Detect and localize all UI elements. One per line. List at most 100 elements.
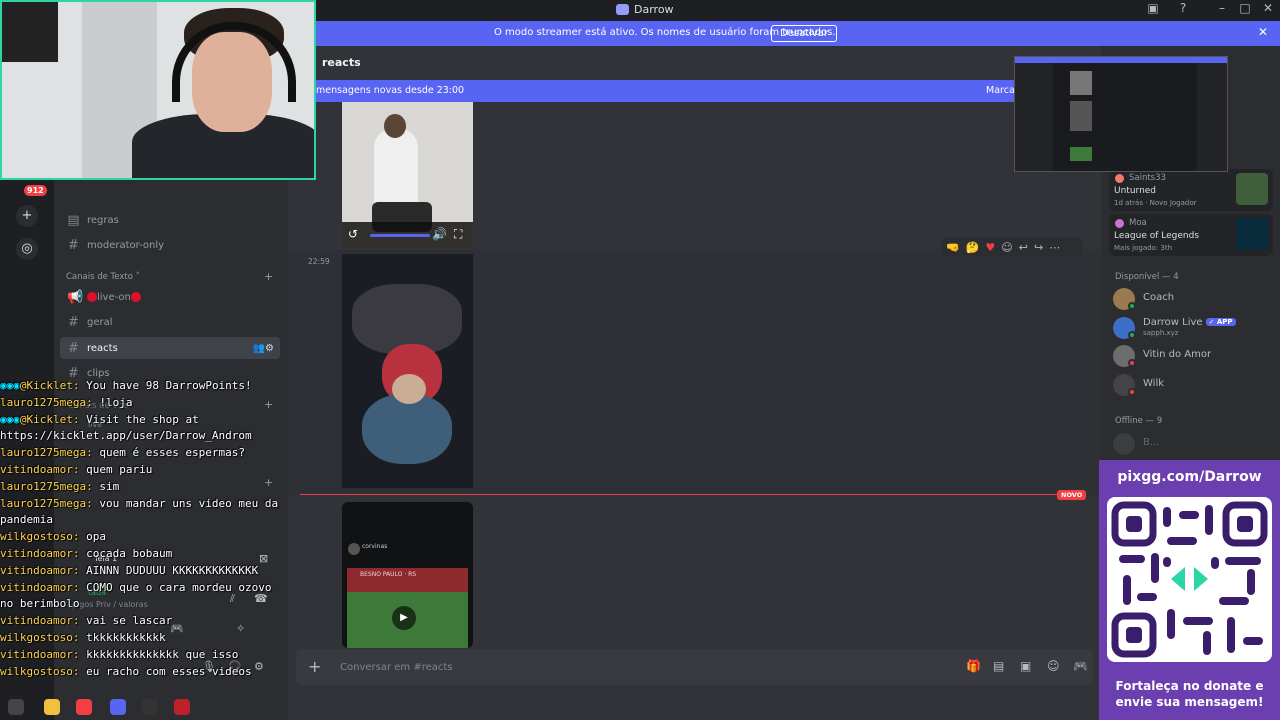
category-text-channels[interactable]: Canais de Texto ˅	[66, 272, 140, 282]
fullscreen-icon[interactable]: ⛶	[454, 227, 462, 242]
chat-message: ◉◉◉@Kicklet: You have 98 DarrowPoints!	[0, 378, 288, 395]
message-actions-toolbar: 🤜 🤔 ♥ ☺ ↩ ↪ ⋯	[942, 237, 1082, 257]
new-tag: NOVO	[1057, 490, 1087, 500]
gif-icon[interactable]: ▤	[993, 659, 1004, 673]
discover-icon[interactable]: ◎	[16, 238, 38, 260]
reaction-emoji-2[interactable]: 🤔	[966, 241, 980, 254]
activity-meta: 1d atrás · Novo Jogador	[1114, 199, 1197, 207]
chat-username: @Kicklet:	[19, 412, 80, 426]
add-reaction-icon[interactable]: ☺	[1001, 241, 1012, 254]
webcam-overlay	[0, 0, 316, 180]
channel-live-on[interactable]: 📢 live-on	[60, 286, 280, 308]
chat-username: @Kicklet:	[19, 379, 80, 392]
chat-username: wilkgostoso:	[0, 630, 80, 644]
member-vitin-do-amor[interactable]: Vitin do Amor	[1113, 344, 1273, 368]
forward-icon[interactable]: ↪	[1034, 241, 1043, 254]
video-progress[interactable]	[370, 234, 430, 237]
channel-regras[interactable]: ▤ regras	[60, 209, 280, 231]
help-icon[interactable]: ?	[1173, 1, 1193, 15]
available-header: Disponível — 4	[1115, 272, 1179, 282]
avatar	[1113, 433, 1135, 455]
start-icon[interactable]	[8, 699, 24, 715]
channel-header-name: reacts	[322, 56, 361, 69]
member-offline-1[interactable]: B...	[1113, 432, 1273, 456]
avatar	[1115, 219, 1124, 228]
close-banner-icon[interactable]: ✕	[1258, 25, 1268, 39]
chat-username: wilkgostoso:	[0, 664, 80, 678]
sticker-icon[interactable]: ▣	[1020, 659, 1031, 673]
chat-message: wilkgostoso: opa	[0, 529, 288, 546]
stream-chat-overlay: ◉◉◉@Kicklet: You have 98 DarrowPoints! la…	[0, 378, 288, 720]
reply-icon[interactable]: ↩	[1019, 241, 1028, 254]
discord-logo-icon	[616, 4, 629, 15]
chat-message: lauro1275mega: !loja	[0, 395, 288, 412]
play-icon[interactable]: ▶	[392, 606, 416, 630]
avatar	[1115, 174, 1124, 183]
create-channel-icon[interactable]: +	[264, 270, 273, 283]
donation-url: pixgg.com/Darrow	[1117, 469, 1262, 485]
mark-read-button[interactable]: Marca	[986, 85, 1015, 96]
close-window-button[interactable]: ✕	[1258, 1, 1278, 15]
reaction-emoji-1[interactable]: 🤜	[946, 241, 960, 254]
replay-icon[interactable]: ↺	[348, 227, 358, 241]
chat-text: cocada bobaum	[86, 546, 173, 560]
chat-message: vitindoamor: vai se lascar	[0, 613, 288, 630]
member-coach[interactable]: Coach	[1113, 287, 1273, 311]
new-messages-bar[interactable]: mensagens novas desde 23:00 Marca	[288, 80, 1101, 102]
obs-icon[interactable]	[142, 699, 158, 715]
activity-user: Moa	[1129, 218, 1147, 228]
rules-icon: ▤	[67, 212, 80, 228]
chat-text: quem é esses espermas?	[99, 446, 246, 460]
channel-settings-icon[interactable]: 👥⚙	[253, 343, 274, 354]
chat-message: vitindoamor: quem pariu	[0, 462, 288, 479]
message-timestamp: 22:59	[308, 257, 330, 266]
browser-icon[interactable]	[76, 699, 92, 715]
maximize-button[interactable]: □	[1235, 1, 1255, 15]
gift-icon[interactable]: 🎁	[966, 659, 981, 673]
status-dnd-icon	[1128, 359, 1136, 367]
chat-area: reacts mensagens novas desde 23:00 Marca…	[288, 46, 1101, 720]
reaction-heart-icon[interactable]: ♥	[985, 241, 995, 254]
inbox-icon[interactable]: ▣	[1143, 1, 1163, 15]
embed-account: corvinas	[362, 543, 388, 550]
disable-streamer-mode-button[interactable]: Desativar	[771, 25, 838, 42]
channel-moderator-only[interactable]: # moderator-only	[60, 234, 280, 256]
game-art	[1236, 173, 1268, 205]
message-composer: + 🎁 ▤ ▣ ☺ 🎮	[296, 649, 1093, 685]
chat-message: wilkgostoso: eu racho com esses videos	[0, 664, 288, 681]
chat-text: AINNN DUDUUU KKKKKKKKKKKKK	[86, 563, 259, 577]
member-wilk[interactable]: Wilk	[1113, 373, 1273, 397]
emoji-icon[interactable]: ☺	[1047, 659, 1060, 673]
channel-reacts[interactable]: # reacts 👥⚙	[60, 337, 280, 359]
chat-message: wilkgostoso: tkkkkkkkkkkk	[0, 630, 288, 647]
activity-card-2[interactable]: Moa League of Legends Mais jogado: 3th	[1109, 214, 1273, 256]
chat-text: quem pariu	[86, 462, 153, 476]
chat-message: lauro1275mega: quem é esses espermas?	[0, 445, 288, 462]
chat-username: lauro1275mega:	[0, 479, 93, 493]
activity-card-1[interactable]: Saints33 Unturned 1d atrás · Novo Jogado…	[1109, 169, 1273, 211]
chat-badges-icon: ◉◉◉	[0, 379, 20, 392]
channel-header: reacts	[288, 46, 1101, 79]
message-input[interactable]	[340, 657, 900, 677]
chat-username: vitindoamor:	[0, 546, 80, 560]
add-server-icon[interactable]: +	[16, 205, 38, 227]
video-attachment-2[interactable]	[342, 254, 473, 488]
chat-message: vitindoamor: kkkkkkkkkkkkkk que isso	[0, 647, 288, 664]
chat-message: vitindoamor: COMO que o cara mordeu ozov…	[0, 580, 288, 614]
minimize-button[interactable]: –	[1212, 1, 1232, 15]
chat-username: vitindoamor:	[0, 580, 80, 594]
discord-app-icon[interactable]	[110, 699, 126, 715]
chat-text: tkkkkkkkkkkk	[86, 630, 166, 644]
app-icon[interactable]	[174, 699, 190, 715]
channel-live-on-label: live-on	[87, 291, 141, 303]
channel-geral[interactable]: # geral	[60, 311, 280, 333]
video-embed[interactable]: corvinas BESNO PAULO · RS ▶	[342, 502, 473, 648]
donation-footer: Fortaleça no donate e envie sua mensagem…	[1115, 679, 1264, 709]
file-explorer-icon[interactable]	[44, 699, 60, 715]
attach-plus-icon[interactable]: +	[308, 657, 321, 676]
more-icon[interactable]: ⋯	[1049, 241, 1060, 254]
apps-icon[interactable]: 🎮	[1073, 659, 1088, 673]
volume-icon[interactable]: 🔊	[432, 227, 447, 241]
donation-qr-code	[1107, 497, 1272, 662]
member-darrow-live[interactable]: Darrow Live ✓ APP sapph.xyz	[1113, 316, 1273, 340]
